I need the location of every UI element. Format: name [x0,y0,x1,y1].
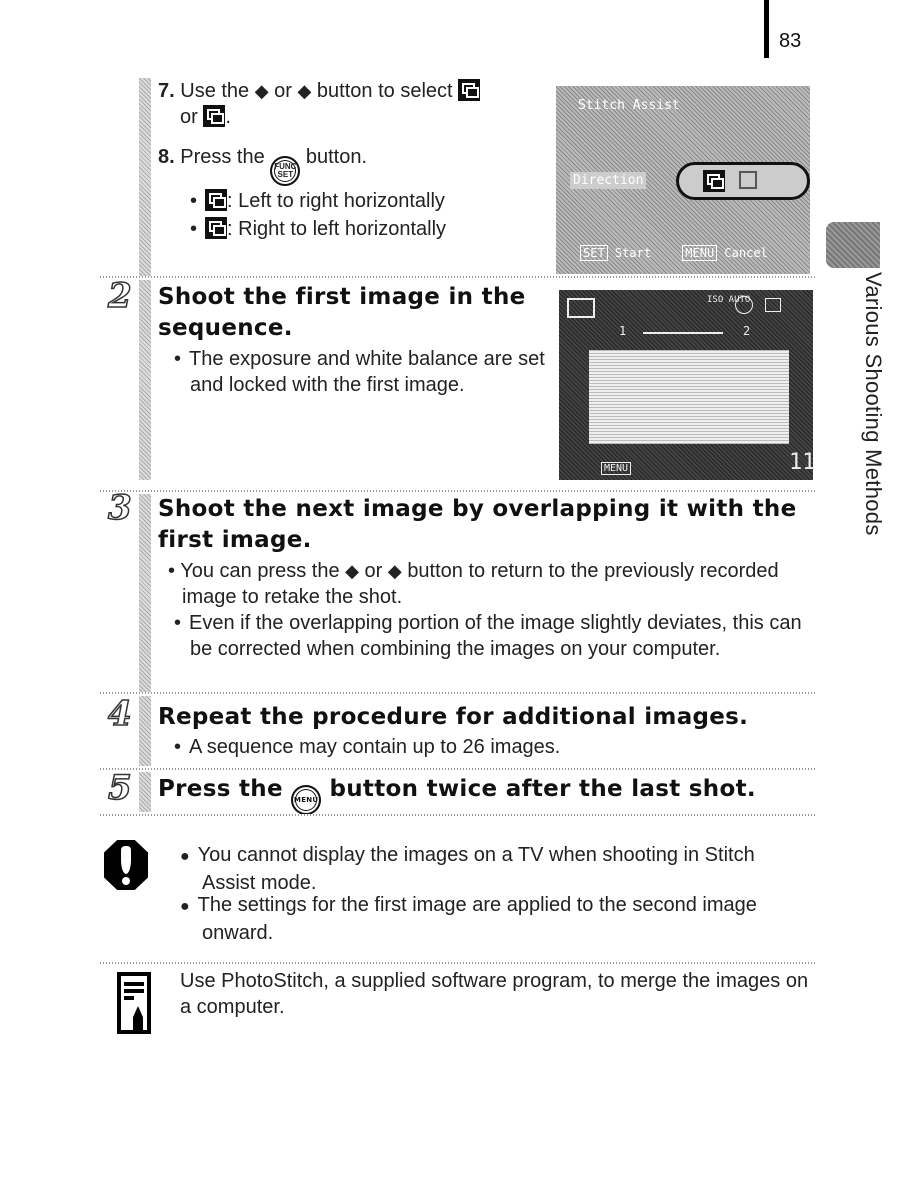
left-arrow-icon: ◆ [345,561,359,581]
direction-option-1: : Left to right horizontally [168,188,445,214]
left-arrow-icon: ◆ [254,81,269,101]
step-heading: Shoot the first image in the sequence. [158,284,526,341]
step-left-bar [139,696,151,766]
left-to-right-icon [703,170,725,192]
right-arrow-icon: ◆ [297,81,312,101]
caution-item: The settings for the first image are app… [180,892,810,946]
direction-arrow [643,332,723,334]
lcd-menu-label: MENU [601,462,632,475]
divider [100,692,816,694]
step-left-bar [139,494,151,694]
step-bullet: • You can press the ◆ or ◆ button to ret… [168,560,779,608]
divider [100,276,816,278]
step-heading: Press the MENU button twice after the la… [158,774,818,815]
frame-left-number: 1 [619,324,627,338]
lcd-title: Stitch Assist [578,98,680,113]
step-number: 2 [107,275,132,317]
lcd-stitch-assist-menu: Stitch Assist Direction SET Start MENU C… [556,86,810,274]
step-heading: Repeat the procedure for additional imag… [158,704,749,730]
substep-8: 8. Press the FUNC SET button. [158,144,367,186]
step-bullet: The exposure and white balance are set a… [168,346,548,398]
menu-button-icon: MENU [291,785,322,815]
flash-icon [735,296,753,314]
right-arrow-icon: ◆ [387,561,402,581]
memo-icon [117,972,151,1034]
func-set-button-icon: FUNC SET [270,156,301,186]
step-number: 5 [107,767,132,809]
section-tab-label: Various Shooting Methods [861,272,886,536]
page-number-bar [764,0,769,58]
step-number: 4 [107,693,132,735]
substep-left-bar [139,78,151,278]
section-tab-marker [826,222,880,268]
page-number: 83 [779,30,802,52]
divider [100,768,816,770]
caution-item: You cannot display the images on a TV wh… [180,842,810,896]
caution-icon [104,840,148,890]
lcd-direction-label: Direction [570,172,647,189]
aspect-icon [765,298,781,312]
lcd-footer: SET Start MENU Cancel [580,245,768,261]
lcd-direction-selector [676,162,810,200]
left-to-right-icon [458,79,481,101]
right-to-left-icon [205,217,228,239]
preview-image [589,350,789,444]
lcd-live-view: ISO AUTO 1 2 MENU 11 [559,290,816,480]
divider [100,814,816,816]
step-bullet: A sequence may contain up to 26 images. [168,734,808,760]
frame-right-number: 2 [743,324,751,338]
step-number: 3 [107,487,132,529]
divider [100,962,816,964]
divider [100,490,816,492]
memo-text: Use PhotoStitch, a supplied software pro… [180,970,809,1018]
step-heading: Shoot the next image by overlapping it w… [158,496,797,553]
left-to-right-icon [205,189,228,211]
substep-7: 7. Use the ◆ or ◆ button to select or . [158,78,548,130]
step-bullet: Even if the overlapping portion of the i… [168,610,808,662]
step-left-bar [139,280,151,480]
shots-remaining: 11 [789,450,816,475]
step-left-bar [139,772,151,812]
right-to-left-icon [739,171,757,189]
direction-option-2: : Right to left horizontally [168,216,446,242]
right-to-left-icon [203,105,226,127]
stitch-mode-icon [567,298,595,318]
